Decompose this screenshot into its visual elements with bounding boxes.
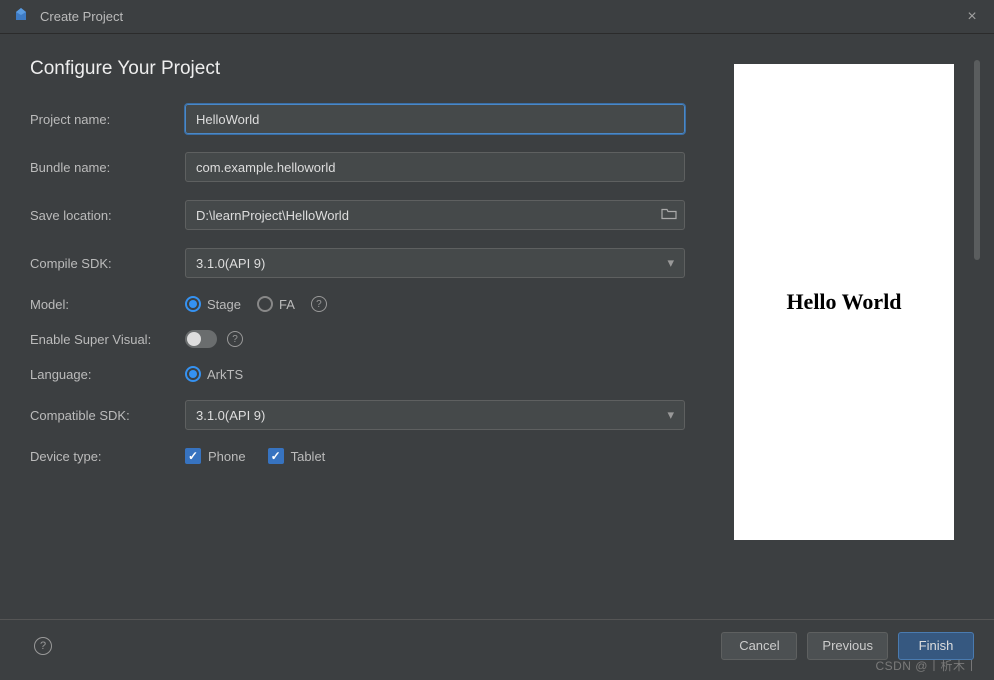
model-fa-label: FA [279, 297, 295, 312]
label-bundle-name: Bundle name: [30, 160, 185, 175]
label-model: Model: [30, 297, 185, 312]
project-name-input[interactable] [185, 104, 685, 134]
footer-buttons: Cancel Previous Finish [721, 632, 974, 660]
bundle-name-input[interactable] [185, 152, 685, 182]
model-stage-radio[interactable]: Stage [185, 296, 241, 312]
label-compatible-sdk: Compatible SDK: [30, 408, 185, 423]
device-phone-checkbox[interactable]: ✓ Phone [185, 448, 246, 464]
row-language: Language: ArkTS [30, 366, 714, 382]
checkbox-checked-icon: ✓ [268, 448, 284, 464]
app-icon [12, 6, 30, 27]
preview-area: Hello World [734, 58, 964, 609]
folder-icon[interactable] [661, 208, 677, 223]
window-title: Create Project [40, 9, 962, 24]
previous-button[interactable]: Previous [807, 632, 888, 660]
help-icon[interactable]: ? [34, 637, 52, 655]
label-language: Language: [30, 367, 185, 382]
compatible-sdk-select[interactable]: 3.1.0(API 9) ▾ [185, 400, 685, 430]
compile-sdk-select[interactable]: 3.1.0(API 9) ▾ [185, 248, 685, 278]
label-project-name: Project name: [30, 112, 185, 127]
cancel-button[interactable]: Cancel [721, 632, 797, 660]
row-compatible-sdk: Compatible SDK: 3.1.0(API 9) ▾ [30, 400, 714, 430]
label-compile-sdk: Compile SDK: [30, 256, 185, 271]
label-super-visual: Enable Super Visual: [30, 332, 185, 347]
titlebar: Create Project × [0, 0, 994, 34]
radio-checked-icon [185, 366, 201, 382]
chevron-down-icon: ▾ [667, 255, 674, 271]
save-location-input[interactable] [185, 200, 685, 230]
preview-text: Hello World [786, 289, 901, 315]
page-title: Configure Your Project [30, 58, 714, 80]
row-compile-sdk: Compile SDK: 3.1.0(API 9) ▾ [30, 248, 714, 278]
help-icon[interactable]: ? [227, 331, 243, 347]
compile-sdk-value: 3.1.0(API 9) [196, 256, 265, 271]
radio-checked-icon [185, 296, 201, 312]
language-arkts-label: ArkTS [207, 367, 243, 382]
row-bundle-name: Bundle name: [30, 152, 714, 182]
radio-unchecked-icon [257, 296, 273, 312]
row-device-type: Device type: ✓ Phone ✓ Tablet [30, 448, 714, 464]
super-visual-toggle[interactable] [185, 330, 217, 348]
device-tablet-label: Tablet [291, 449, 326, 464]
row-project-name: Project name: [30, 104, 714, 134]
scrollbar[interactable] [974, 60, 980, 260]
label-save-location: Save location: [30, 208, 185, 223]
main-content: Configure Your Project Project name: Bun… [0, 34, 994, 619]
language-arkts-radio[interactable]: ArkTS [185, 366, 243, 382]
model-stage-label: Stage [207, 297, 241, 312]
compatible-sdk-value: 3.1.0(API 9) [196, 408, 265, 423]
row-save-location: Save location: [30, 200, 714, 230]
toggle-knob [187, 332, 201, 346]
close-icon[interactable]: × [962, 8, 982, 26]
label-device-type: Device type: [30, 449, 185, 464]
checkbox-checked-icon: ✓ [185, 448, 201, 464]
footer: ? Cancel Previous Finish [0, 619, 994, 671]
help-icon[interactable]: ? [311, 296, 327, 312]
preview-device: Hello World [734, 64, 954, 540]
row-model: Model: Stage FA ? [30, 296, 714, 312]
row-super-visual: Enable Super Visual: ? [30, 330, 714, 348]
watermark: CSDN @丨析木丨 [875, 657, 978, 674]
device-phone-label: Phone [208, 449, 246, 464]
form-area: Configure Your Project Project name: Bun… [30, 58, 734, 609]
finish-button[interactable]: Finish [898, 632, 974, 660]
device-tablet-checkbox[interactable]: ✓ Tablet [268, 448, 326, 464]
chevron-down-icon: ▾ [667, 407, 674, 423]
model-fa-radio[interactable]: FA [257, 296, 295, 312]
